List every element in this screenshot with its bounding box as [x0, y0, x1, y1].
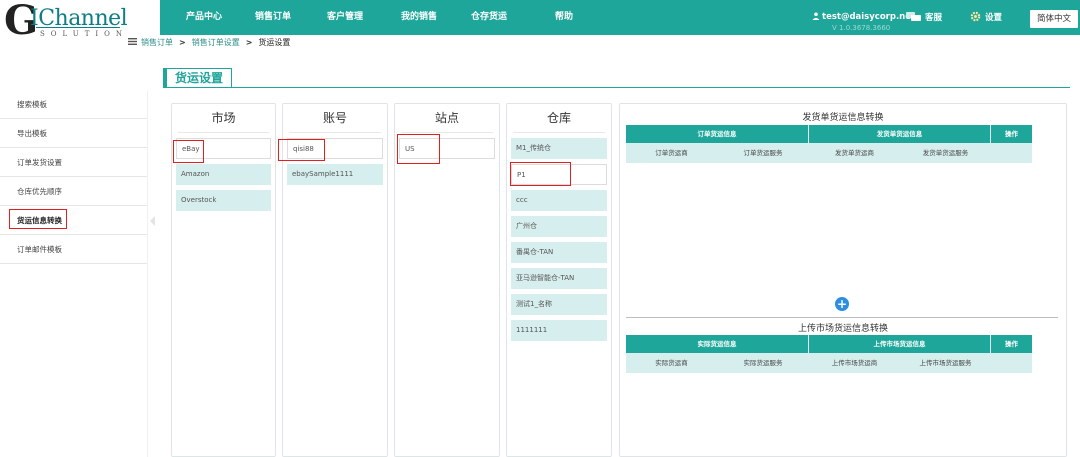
active-pointer-icon: [150, 216, 155, 226]
highlight-box: [510, 162, 571, 186]
list-item[interactable]: M1_传统仓: [511, 138, 607, 159]
shipping-convert-title: 发货单货运信息转换: [802, 113, 884, 123]
sidebar-item-label: 导出模板: [17, 129, 47, 138]
sidebar-item-label: 搜索模板: [17, 100, 47, 109]
highlight-box: [173, 140, 204, 163]
gear-icon: [970, 11, 981, 22]
highlight-box: [9, 209, 67, 229]
column-header: 上传市场货运商: [809, 353, 900, 373]
upload-convert-title: 上传市场货运信息转换: [797, 324, 888, 334]
column-group-header: 操作: [991, 335, 1032, 353]
sidebar: 搜索模板 导出模板 订单发货设置 仓库优先顺序 货运信息转换 订单邮件模板: [0, 90, 155, 264]
page-title: 货运设置: [163, 68, 233, 87]
shipping-convert-table: 订单货运信息 发货单货运信息 操作 订单货运商 订单货运服务 发货单货运商 发货…: [626, 125, 1032, 163]
column-header: 发货单货运服务: [900, 143, 991, 163]
settings-button[interactable]: 设置: [970, 11, 1002, 23]
column-header: [991, 353, 1032, 373]
column-header: 订单货运商: [626, 143, 717, 163]
table-subheader-row: 实际货运商 实际货运服务 上传市场货运商 上传市场货运服务: [626, 353, 1032, 373]
list-item[interactable]: ccc: [511, 190, 607, 211]
upload-convert-table: 实际货运信息 上传市场货运信息 操作 实际货运商 实际货运服务 上传市场货运商 …: [626, 335, 1032, 373]
table-subheader-row: 订单货运商 订单货运服务 发货单货运商 发货单货运服务: [626, 143, 1032, 163]
breadcrumb-sales-orders[interactable]: 销售订单: [141, 38, 173, 47]
nav-customer-management[interactable]: 客户管理: [309, 0, 383, 35]
sidebar-divider: [147, 90, 148, 457]
list-item[interactable]: 番禺仓-TAN: [511, 242, 607, 263]
sidebar-item-order-shipping-settings[interactable]: 订单发货设置: [0, 148, 147, 177]
site-column-title: 站点: [401, 104, 493, 133]
list-item[interactable]: Amazon: [176, 164, 271, 185]
menu-icon[interactable]: [128, 38, 137, 45]
sidebar-item-shipping-info-convert[interactable]: 货运信息转换: [0, 206, 155, 235]
customer-service-button[interactable]: 客服: [906, 11, 942, 23]
nav-help[interactable]: 帮助: [535, 0, 595, 35]
highlight-box: [278, 139, 325, 161]
column-header: [991, 143, 1032, 163]
section-header: 货运设置: [163, 68, 1070, 88]
sidebar-item-order-email-template[interactable]: 订单邮件模板: [0, 235, 147, 264]
user-account[interactable]: test@daisycorp.net: [812, 12, 915, 22]
column-group-header: 发货单货运信息: [809, 125, 991, 143]
list-item[interactable]: 1111111: [511, 320, 607, 341]
sidebar-item-label: 仓库优先顺序: [17, 187, 62, 196]
column-header: 发货单货运商: [809, 143, 900, 163]
chevron-right-icon: >: [179, 38, 186, 47]
warehouse-column: 仓库 M1_传统仓 P1 ccc 广州仓 番禺仓-TAN 亚马逊智能仓-TAN …: [506, 103, 612, 457]
top-bar: 产品中心 销售订单 客户管理 我的销售 仓存货运 帮助 test@daisyco…: [0, 0, 1080, 35]
nav-inventory-shipping[interactable]: 仓存货运: [455, 0, 535, 35]
sidebar-item-export-template[interactable]: 导出模板: [0, 119, 147, 148]
list-item[interactable]: 广州仓: [511, 216, 607, 237]
logo-rule: [36, 27, 120, 28]
shipping-convert-panel: 发货单货运信息转换 订单货运信息 发货单货运信息 操作 订单货运商 订单货运服务…: [619, 103, 1067, 457]
column-group-header: 上传市场货运信息: [809, 335, 991, 353]
list-item[interactable]: 亚马逊智能仓-TAN: [511, 268, 607, 289]
divider: [626, 317, 1058, 318]
customer-service-label: 客服: [925, 13, 943, 23]
column-header: 上传市场货运服务: [900, 353, 991, 373]
market-column-title: 市场: [178, 104, 269, 133]
chevron-right-icon: >: [245, 38, 253, 47]
column-group-header: 操作: [991, 125, 1032, 143]
warehouse-column-title: 仓库: [513, 104, 605, 133]
column-header: 实际货运商: [626, 353, 717, 373]
highlight-box: [397, 134, 440, 164]
settings-label: 设置: [985, 13, 1003, 23]
column-group-header: 订单货运信息: [626, 125, 809, 143]
chat-icon: [906, 12, 921, 21]
breadcrumb-order-settings[interactable]: 销售订单设置: [192, 38, 240, 47]
sidebar-item-warehouse-priority[interactable]: 仓库优先顺序: [0, 177, 147, 206]
user-icon: [812, 12, 820, 20]
breadcrumb-current: 货运设置: [258, 38, 291, 47]
column-header: 实际货运服务: [717, 353, 809, 373]
user-email: test@daisycorp.net: [822, 12, 916, 22]
nav-sales-orders[interactable]: 销售订单: [237, 0, 309, 35]
main-nav: 产品中心 销售订单 客户管理 我的销售 仓存货运 帮助: [170, 0, 595, 35]
table-header-row: 实际货运信息 上传市场货运信息 操作: [626, 335, 1032, 353]
nav-product-center[interactable]: 产品中心: [170, 0, 237, 35]
add-button[interactable]: +: [835, 297, 849, 311]
sidebar-item-label: 订单邮件模板: [17, 245, 62, 254]
language-select[interactable]: 简体中文: [1030, 10, 1078, 28]
list-item[interactable]: Overstock: [176, 190, 271, 211]
sidebar-item-search-template[interactable]: 搜索模板: [0, 90, 147, 119]
table-header-row: 订单货运信息 发货单货运信息 操作: [626, 125, 1032, 143]
list-item[interactable]: ebaySample1111: [287, 164, 383, 185]
column-header: 订单货运服务: [717, 143, 809, 163]
column-group-header: 实际货运信息: [626, 335, 809, 353]
nav-my-sales[interactable]: 我的销售: [383, 0, 455, 35]
sidebar-item-label: 订单发货设置: [17, 158, 62, 167]
account-column-title: 账号: [289, 104, 381, 133]
version-label: V 1.0.3678.3660: [832, 24, 891, 32]
logo-subtitle: SOLUTION: [40, 30, 128, 38]
breadcrumb: 销售订单 > 销售订单设置 > 货运设置: [128, 37, 290, 48]
list-item[interactable]: 测试1_名称: [511, 294, 607, 315]
